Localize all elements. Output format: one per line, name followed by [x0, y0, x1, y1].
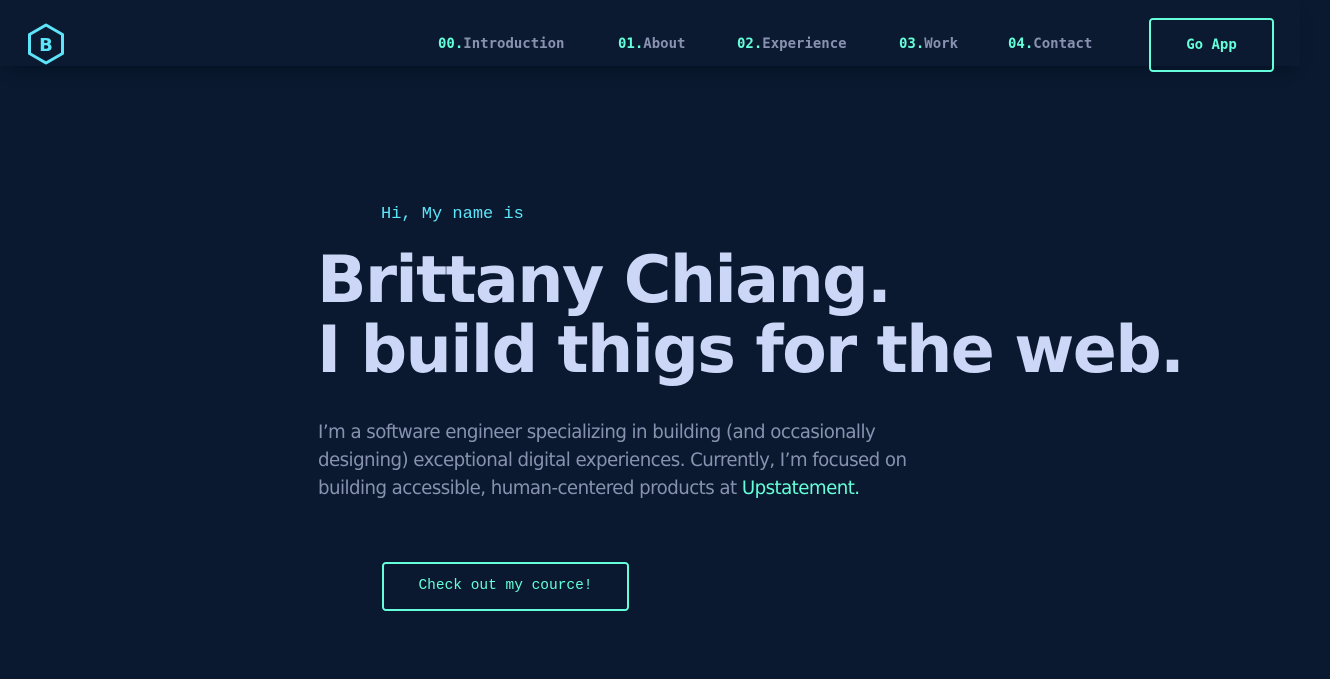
nav-label: Work: [924, 36, 959, 52]
intro-period: .: [854, 478, 860, 499]
logo-hexagon-shape: B: [28, 23, 64, 65]
nav-label: Experience: [762, 36, 847, 52]
nav-link-work[interactable]: 03.Work: [899, 35, 958, 53]
nav-link-introduction[interactable]: 00.Introduction: [438, 35, 564, 53]
upstatement-link[interactable]: Upstatement: [742, 478, 855, 499]
check-out-course-button[interactable]: Check out my cource!: [382, 562, 629, 611]
hexagon-logo-icon[interactable]: B: [24, 22, 68, 66]
hero-name: Brittany Chiang.: [317, 243, 892, 318]
hero-intro: I’m a software engineer specializing in …: [318, 419, 938, 503]
nav-link-experience[interactable]: 02.Experience: [737, 35, 847, 53]
hero-greeting: Hi, My name is: [381, 205, 524, 224]
nav-number: 04.: [1008, 36, 1034, 52]
nav-number: 01.: [618, 36, 644, 52]
logo-letter: B: [39, 35, 53, 56]
nav-label: About: [643, 36, 686, 52]
nav-number: 00.: [438, 36, 464, 52]
nav-link-about[interactable]: 01.About: [618, 35, 685, 53]
hero-title: Brittany Chiang. I build thigs for the w…: [317, 243, 1185, 388]
site-header: B 00.Introduction 01.About 02.Experience…: [0, 0, 1300, 72]
nav-label: Introduction: [463, 36, 565, 52]
nav-label: Contact: [1033, 36, 1093, 52]
go-app-button[interactable]: Go App: [1149, 18, 1274, 72]
nav-number: 03.: [899, 36, 925, 52]
nav-number: 02.: [737, 36, 763, 52]
hero-tagline: I build thigs for the web.: [317, 313, 1185, 388]
nav-link-contact[interactable]: 04.Contact: [1008, 35, 1092, 53]
